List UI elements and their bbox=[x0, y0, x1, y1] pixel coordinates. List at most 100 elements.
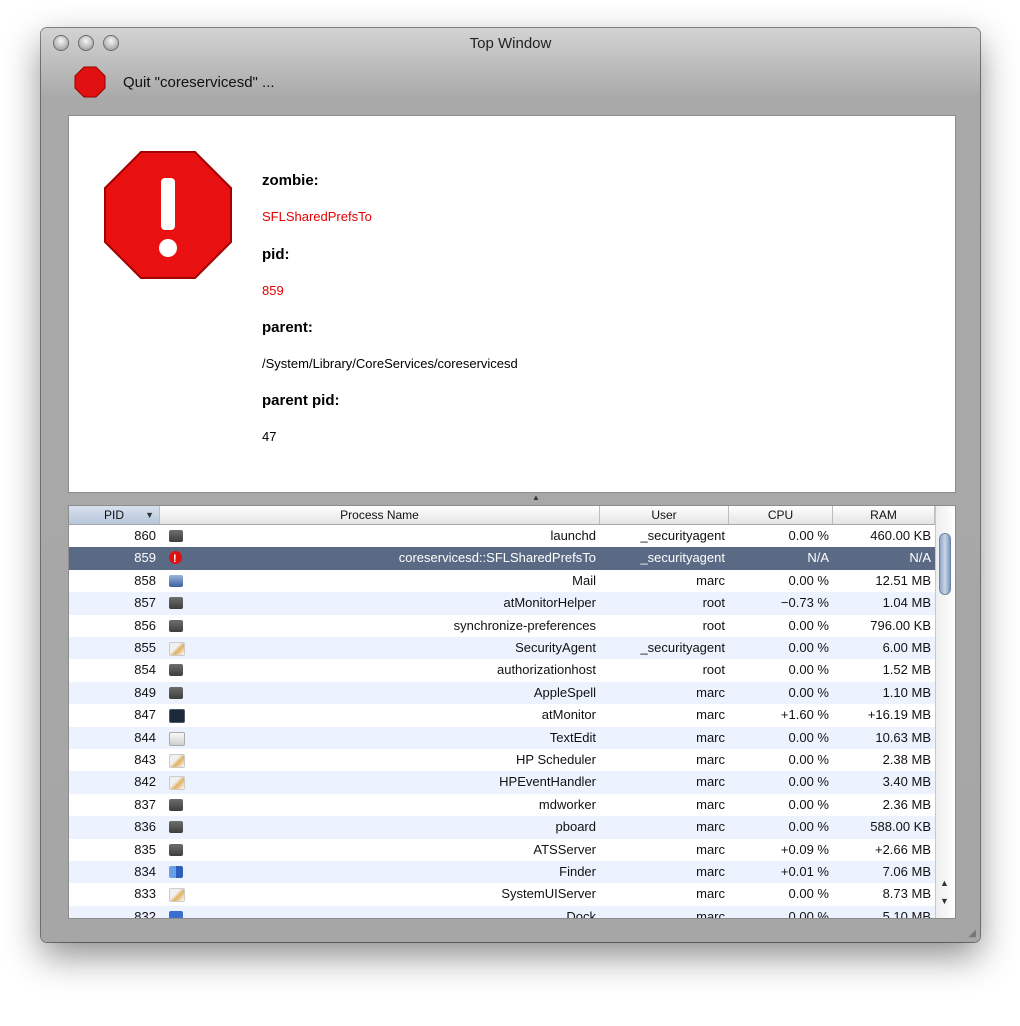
title-bar[interactable]: Top Window bbox=[41, 28, 980, 60]
quit-process-button[interactable]: Quit "coreservicesd" ... bbox=[123, 74, 275, 91]
cell-cpu: 0.00 % bbox=[788, 640, 829, 655]
cell-icon bbox=[166, 816, 186, 838]
cell-user: marc bbox=[696, 729, 725, 745]
cell-cpu: +0.01 % bbox=[780, 864, 829, 879]
cell-ram: 6.00 MB bbox=[882, 640, 931, 655]
parent-value: /System/Library/CoreServices/coreservice… bbox=[262, 356, 518, 371]
cell-pid: 834 bbox=[134, 864, 156, 879]
cell-icon bbox=[166, 749, 186, 771]
table-row[interactable]: 837 mdworker marc 0.00 % 2.36 MB bbox=[69, 794, 935, 816]
cell-icon bbox=[166, 637, 186, 659]
cell-icon bbox=[166, 704, 186, 726]
table-row[interactable]: 836 pboard marc 0.00 % 588.00 KB bbox=[69, 816, 935, 839]
cell-user: marc bbox=[696, 841, 725, 857]
cell-pid: 842 bbox=[134, 774, 156, 790]
cell-cpu: 0.00 % bbox=[788, 729, 829, 745]
cell-pid: 835 bbox=[134, 841, 156, 857]
cell-pid: 854 bbox=[134, 662, 156, 678]
column-header-user[interactable]: User bbox=[600, 506, 729, 524]
generic-app-icon bbox=[169, 664, 183, 677]
cell-process-name: mdworker bbox=[538, 796, 596, 812]
column-header-process-name[interactable]: Process Name bbox=[160, 506, 600, 524]
finder-icon bbox=[169, 866, 183, 878]
vertical-scrollbar[interactable]: ▲ ▼ bbox=[935, 506, 955, 918]
table-row[interactable]: 834 Finder marc +0.01 % 7.06 MB bbox=[69, 861, 935, 884]
cell-pid: 832 bbox=[134, 908, 156, 919]
scroll-down-arrow-icon[interactable]: ▼ bbox=[940, 896, 949, 906]
column-label: RAM bbox=[870, 508, 897, 522]
cell-user: marc bbox=[696, 819, 725, 835]
cell-ram: 2.36 MB bbox=[882, 796, 931, 812]
cell-process-name: ATSServer bbox=[533, 841, 596, 857]
monitor-app-icon bbox=[169, 709, 185, 724]
table-row[interactable]: 855 SecurityAgent _securityagent 0.00 % 6.00… bbox=[69, 637, 935, 660]
generic-app-icon bbox=[169, 843, 183, 856]
cell-pid: 859 bbox=[134, 550, 156, 566]
stop-sign-icon[interactable] bbox=[74, 66, 106, 98]
table-header: PID ▼ Process Name User CPU RAM bbox=[69, 506, 935, 525]
pid-value: 859 bbox=[262, 283, 284, 298]
table-row[interactable]: 847 atMonitor marc +1.60 % +16.19 MB bbox=[69, 704, 935, 726]
cell-icon bbox=[166, 794, 186, 816]
cell-user: marc bbox=[696, 707, 725, 723]
column-header-pid[interactable]: PID ▼ bbox=[69, 506, 160, 524]
alert-stop-icon bbox=[104, 151, 232, 279]
mail-icon bbox=[169, 574, 183, 587]
table-row[interactable]: 842 HPEventHandler marc 0.00 % 3.40 MB bbox=[69, 771, 935, 794]
cell-icon bbox=[166, 839, 186, 861]
generic-app-icon bbox=[169, 798, 183, 811]
scrollbar-thumb[interactable] bbox=[939, 533, 951, 595]
table-row[interactable]: 832 Dock marc 0.00 % 5.10 MB bbox=[69, 905, 935, 919]
cell-cpu: 0.00 % bbox=[788, 528, 829, 543]
cell-user: root bbox=[702, 617, 725, 633]
table-row-selected[interactable]: 859 coreservicesd::SFLSharedPrefsTo _secur… bbox=[69, 547, 935, 570]
table-row[interactable]: 843 HP Scheduler marc 0.00 % 2.38 MB bbox=[69, 749, 935, 771]
table-row[interactable]: 844 TextEdit marc 0.00 % 10.63 MB bbox=[69, 726, 935, 749]
cell-icon bbox=[166, 525, 186, 547]
generic-app-icon bbox=[169, 686, 183, 699]
cell-user: marc bbox=[696, 752, 725, 767]
cell-ram: +2.66 MB bbox=[874, 841, 931, 857]
table-row[interactable]: 849 AppleSpell marc 0.00 % 1.10 MB bbox=[69, 681, 935, 705]
cell-ram: 1.52 MB bbox=[882, 662, 931, 678]
cell-user: _securityagent bbox=[640, 640, 725, 655]
column-label: Process Name bbox=[340, 508, 419, 522]
cell-user: root bbox=[702, 662, 725, 678]
split-view-divider[interactable]: ▲ bbox=[68, 492, 956, 504]
cell-process-name: synchronize-preferences bbox=[453, 617, 596, 633]
resize-grip-icon[interactable]: ◢ bbox=[968, 928, 976, 939]
cell-ram: 8.73 MB bbox=[882, 886, 931, 902]
sort-descending-icon: ▼ bbox=[145, 510, 154, 520]
table-row[interactable]: 858 Mail marc 0.00 % 12.51 MB bbox=[69, 570, 935, 592]
cell-user: root bbox=[702, 595, 725, 611]
cell-process-name: HPEventHandler bbox=[499, 774, 596, 790]
zombie-label: zombie: bbox=[262, 172, 319, 189]
table-row[interactable]: 854 authorizationhost root 0.00 % 1.52 MB bbox=[69, 659, 935, 681]
column-header-ram[interactable]: RAM bbox=[833, 506, 935, 524]
cell-cpu: 0.00 % bbox=[788, 684, 829, 700]
table-row[interactable]: 835 ATSServer marc +0.09 % +2.66 MB bbox=[69, 839, 935, 861]
cell-pid: 856 bbox=[134, 617, 156, 633]
cell-pid: 849 bbox=[134, 684, 156, 700]
cell-pid: 847 bbox=[134, 707, 156, 723]
generic-app-icon bbox=[169, 597, 183, 610]
cell-cpu: 0.00 % bbox=[788, 908, 829, 919]
cell-cpu: +1.60 % bbox=[780, 707, 829, 723]
top-window: Top Window Quit "coreservicesd" ... zomb… bbox=[41, 28, 980, 942]
zombie-alert-icon bbox=[169, 548, 182, 570]
cell-icon bbox=[166, 615, 186, 637]
cell-cpu: 0.00 % bbox=[788, 774, 829, 790]
table-row[interactable]: 833 SystemUIServer marc 0.00 % 8.73 MB bbox=[69, 883, 935, 905]
cell-process-name: SystemUIServer bbox=[501, 886, 596, 902]
cell-icon bbox=[166, 771, 186, 793]
generic-app-icon bbox=[169, 821, 183, 834]
process-table: PID ▼ Process Name User CPU RAM 860 launc… bbox=[68, 505, 956, 919]
scroll-up-arrow-icon[interactable]: ▲ bbox=[940, 878, 949, 888]
table-row[interactable]: 857 atMonitorHelper root −0.73 % 1.04 MB bbox=[69, 592, 935, 615]
parent-pid-value: 47 bbox=[262, 429, 277, 444]
table-row[interactable]: 856 synchronize-preferences root 0.00 % 796.… bbox=[69, 615, 935, 637]
cell-cpu: 0.00 % bbox=[788, 572, 829, 588]
column-header-cpu[interactable]: CPU bbox=[729, 506, 833, 524]
table-row[interactable]: 860 launchd _securityagent 0.00 % 460.00 KB bbox=[69, 525, 935, 547]
cell-process-name: SecurityAgent bbox=[515, 640, 596, 655]
